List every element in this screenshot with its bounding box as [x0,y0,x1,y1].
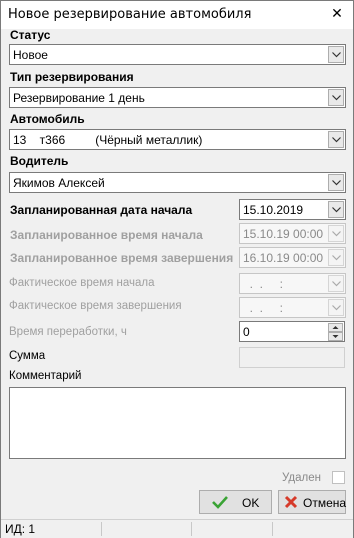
chevron-down-icon[interactable] [328,89,344,106]
deleted-checkbox[interactable] [332,471,345,484]
planned-end-time-value: 16.10.19 00:00 [243,251,324,265]
actual-start-time-value: . . : [243,277,284,291]
overtime-label: Время переработки, ч [9,326,127,338]
status-separator [272,522,273,536]
reservation-type-label: Тип резервирования [10,70,134,84]
driver-combo[interactable]: Якимов Алексей [9,172,346,193]
comment-label: Комментарий [9,370,82,382]
comment-textarea[interactable] [9,387,346,459]
planned-end-time-label: Запланированное время завершения [10,251,234,265]
driver-value: Якимов Алексей [13,176,105,190]
actual-end-time-picker: . . : [239,297,346,318]
deleted-label: Удален [282,472,321,484]
close-icon [284,495,298,512]
overtime-spinner[interactable]: 0 [239,321,345,342]
record-id: ИД: 1 [5,522,36,536]
reservation-type-combo[interactable]: Резервирование 1 день [9,87,346,108]
overtime-value: 0 [243,325,250,339]
status-separator [101,522,102,536]
planned-start-date-label: Запланированная дата начала [10,203,193,217]
driver-label: Водитель [10,154,69,168]
chevron-down-icon[interactable] [328,46,344,63]
planned-start-time-value: 15.10.19 00:00 [243,227,324,241]
ok-button[interactable]: OK [199,490,272,514]
status-combo[interactable]: Новое [9,44,346,65]
sum-label: Сумма [9,350,46,362]
chevron-down-icon[interactable] [328,131,344,148]
close-icon[interactable]: ✕ [325,3,349,25]
actual-end-time-value: . . : [243,301,284,315]
planned-start-time-picker: 15.10.19 00:00 [239,223,346,244]
ok-button-label: OK [242,496,260,510]
actual-end-time-label: Фактическое время завершения [9,300,182,312]
spin-down-icon[interactable] [328,332,343,341]
planned-end-time-picker: 16.10.19 00:00 [239,247,346,268]
checkmark-icon [212,495,228,512]
actual-start-time-picker: . . : [239,273,346,294]
actual-start-time-label: Фактическое время начала [9,277,155,289]
chevron-down-icon[interactable] [328,174,344,191]
status-separator [191,522,192,536]
reservation-type-value: Резервирование 1 день [13,91,145,105]
planned-start-date-value: 15.10.2019 [243,203,304,217]
reservation-dialog: Новое резервирование автомобиля ✕ Статус… [0,0,354,538]
planned-start-time-label: Запланированное время начала [10,228,203,242]
status-value: Новое [13,48,48,62]
cancel-button-label: Отмена [303,496,347,510]
sum-field [239,347,345,368]
title-bar: Новое резервирование автомобиля ✕ [1,1,353,29]
car-label: Автомобиль [10,112,85,126]
chevron-down-icon[interactable] [328,201,344,218]
chevron-down-icon [328,249,344,266]
status-bar: ИД: 1 [1,519,353,538]
chevron-down-icon [328,299,344,316]
chevron-down-icon [328,275,344,292]
cancel-button[interactable]: Отмена [278,490,346,514]
window-title: Новое резервирование автомобиля [8,7,252,22]
status-label: Статус [10,28,51,42]
spin-up-icon[interactable] [328,323,343,332]
car-combo[interactable]: 13 т366 (Чёрный металлик) [9,129,346,150]
planned-start-date-picker[interactable]: 15.10.2019 [239,199,346,220]
car-value: 13 т366 (Чёрный металлик) [13,133,203,147]
chevron-down-icon [328,225,344,242]
